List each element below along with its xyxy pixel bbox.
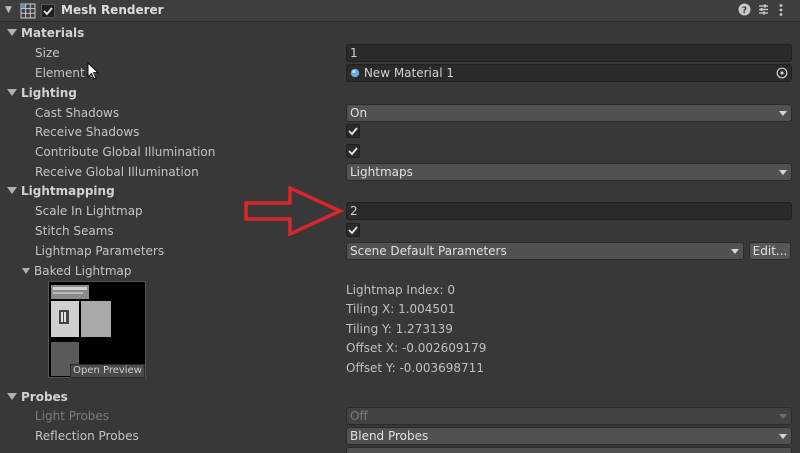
material-icon (350, 68, 360, 78)
contribute-gi-label: Contribute Global Illumination (35, 145, 216, 159)
size-input[interactable]: 1 (346, 44, 792, 62)
collapse-arrow-icon[interactable]: ▼ (5, 5, 15, 15)
checkmark-icon (348, 226, 358, 235)
component-title: Mesh Renderer (61, 3, 164, 17)
cut-off-row (0, 447, 800, 453)
reflection-probes-dropdown[interactable]: Blend Probes (346, 427, 792, 445)
materials-section[interactable]: Materials (0, 24, 800, 43)
stitch-seams-checkbox[interactable] (346, 223, 360, 237)
scale-in-lightmap-label: Scale In Lightmap (35, 204, 143, 218)
lightmap-parameters-label: Lightmap Parameters (35, 244, 165, 258)
offset-x-text: Offset X: -0.002609179 (346, 341, 487, 355)
chevron-down-icon (731, 249, 739, 254)
dropdown-value: On (350, 106, 368, 120)
lighting-section[interactable]: Lighting (0, 84, 800, 103)
receive-gi-label: Receive Global Illumination (35, 165, 199, 179)
cut-off-dropdown (346, 447, 792, 453)
checkmark-icon (43, 7, 53, 16)
dropdown-value: Off (350, 409, 368, 423)
chevron-down-icon (779, 170, 787, 175)
chevron-down-icon (779, 414, 787, 419)
section-label: Probes (21, 390, 68, 404)
receive-shadows-checkbox[interactable] (346, 124, 360, 138)
dropdown-value: Blend Probes (350, 429, 429, 443)
section-expand-icon (7, 89, 17, 96)
more-icon[interactable] (778, 3, 784, 20)
material-object-field[interactable]: New Material 1 (346, 64, 792, 82)
stitch-seams-label: Stitch Seams (35, 224, 114, 238)
offset-y-text: Offset Y: -0.003698711 (346, 361, 484, 375)
component-enabled-checkbox[interactable] (41, 4, 55, 18)
section-label: Lighting (21, 86, 77, 100)
mouse-cursor-icon (87, 62, 99, 80)
lightmap-parameters-dropdown[interactable]: Scene Default Parameters (346, 242, 744, 260)
chevron-down-icon (779, 111, 787, 116)
help-icon[interactable]: ? (738, 3, 751, 19)
checkmark-icon (348, 147, 358, 156)
reflection-probes-label: Reflection Probes (35, 429, 139, 443)
cast-shadows-label: Cast Shadows (35, 106, 120, 120)
checkmark-icon (348, 127, 358, 136)
section-label: Materials (21, 26, 85, 40)
annotation-arrow-icon (244, 186, 344, 236)
dropdown-value: Scene Default Parameters (350, 244, 507, 258)
baked-lightmap-label: Baked Lightmap (34, 264, 132, 278)
section-expand-icon (7, 393, 17, 400)
dropdown-value: Lightmaps (350, 165, 413, 179)
edit-parameters-button[interactable]: Edit... (749, 242, 791, 260)
mesh-renderer-icon (20, 3, 36, 19)
scale-in-lightmap-input[interactable]: 2 (346, 202, 792, 220)
svg-text:?: ? (742, 6, 747, 16)
lightmapping-section[interactable]: Lightmapping (0, 182, 800, 201)
material-name: New Material 1 (363, 66, 455, 80)
light-probes-label: Light Probes (35, 409, 110, 423)
contribute-gi-checkbox[interactable] (346, 144, 360, 158)
size-label: Size (35, 46, 60, 60)
component-header: ▼ Mesh Renderer ? (0, 0, 800, 22)
open-preview-button[interactable]: Open Preview (70, 364, 145, 378)
lightmap-texture (49, 282, 145, 377)
receive-gi-dropdown[interactable]: Lightmaps (346, 163, 792, 181)
baked-lightmap-foldout[interactable]: Baked Lightmap (22, 264, 222, 280)
lightmap-index-text: Lightmap Index: 0 (346, 283, 455, 297)
cast-shadows-dropdown[interactable]: On (346, 104, 792, 122)
receive-shadows-label: Receive Shadows (35, 125, 140, 139)
probes-section[interactable]: Probes (0, 388, 800, 407)
section-label: Lightmapping (21, 184, 115, 198)
foldout-arrow-icon (22, 268, 30, 274)
light-probes-dropdown: Off (346, 407, 792, 425)
section-expand-icon (7, 187, 17, 194)
section-expand-icon (7, 29, 17, 36)
tiling-y-text: Tiling Y: 1.273139 (346, 322, 453, 336)
tiling-x-text: Tiling X: 1.004501 (346, 302, 456, 316)
presets-icon[interactable] (757, 3, 770, 19)
chevron-down-icon (779, 434, 787, 439)
object-picker-icon[interactable] (776, 67, 788, 81)
